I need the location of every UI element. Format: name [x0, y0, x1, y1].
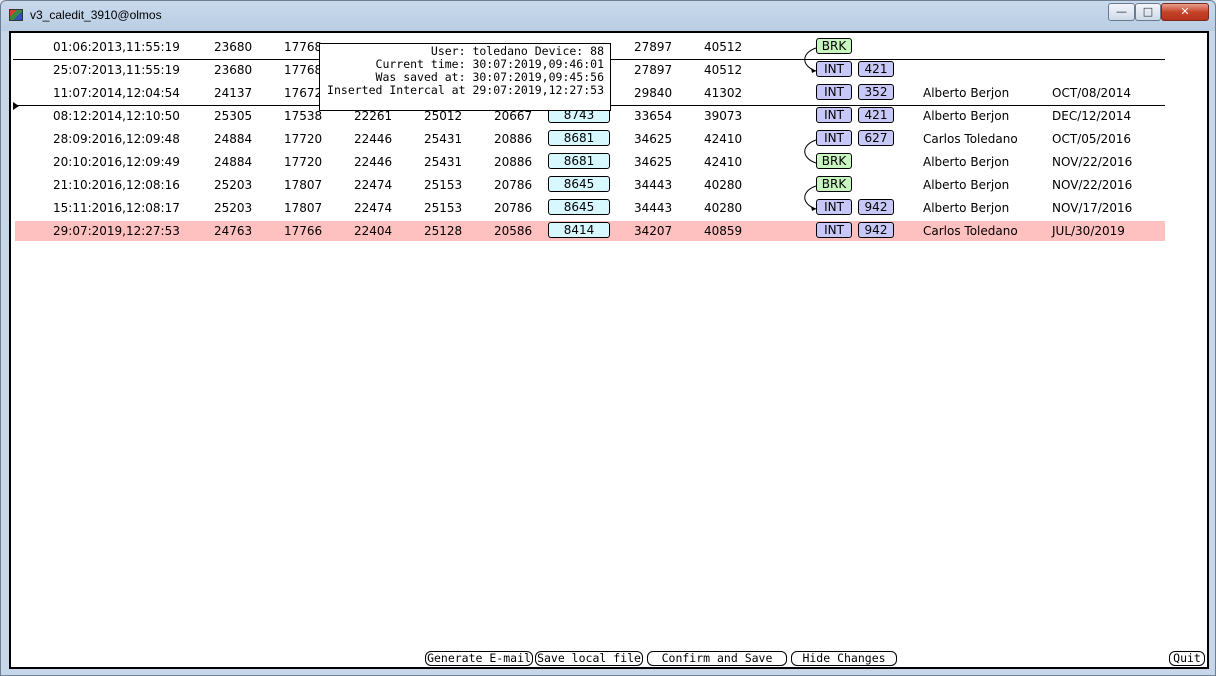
intercal-number-tag[interactable]: 627	[858, 130, 894, 146]
date-cell: OCT/08/2014	[1052, 86, 1132, 100]
app-window: v3_caledit_3910@olmos — □ ✕ 01:06:2013,1…	[0, 0, 1216, 676]
intercal-number-tag[interactable]: 421	[858, 107, 894, 123]
title-bar[interactable]: v3_caledit_3910@olmos — □ ✕	[1, 1, 1215, 29]
connector-bracket-icon	[804, 185, 817, 210]
user-cell: Alberto Berjon	[923, 201, 1010, 215]
user-cell: Alberto Berjon	[923, 155, 1010, 169]
calibration-table: 01:06:2013,11:55:19 23680 17768 27897 40512 B…	[9, 31, 1209, 669]
quit-button[interactable]: Quit	[1169, 651, 1205, 666]
maximize-button[interactable]: □	[1135, 3, 1161, 21]
intercal-number-tag[interactable]: 352	[858, 84, 894, 100]
save-local-file-button[interactable]: Save local file	[535, 651, 643, 666]
hide-changes-button[interactable]: Hide Changes	[791, 651, 897, 666]
tooltip-inserted: Inserted Intercal at 29:07:2019,12:27:53	[327, 83, 604, 97]
user-cell: Carlos Toledano	[923, 132, 1018, 146]
date-cell: NOV/17/2016	[1052, 201, 1133, 215]
connector-bracket-icon	[804, 47, 817, 72]
date-cell: JUL/30/2019	[1052, 224, 1125, 238]
generate-email-button[interactable]: Generate E-mail	[425, 651, 533, 666]
date-cell: DEC/12/2014	[1052, 109, 1132, 123]
date-cell: NOV/22/2016	[1052, 155, 1133, 169]
connector-bracket-icon	[804, 139, 817, 164]
close-button[interactable]: ✕	[1161, 3, 1209, 21]
user-cell: Alberto Berjon	[923, 109, 1010, 123]
app-icon	[9, 9, 23, 21]
intercal-number-tag[interactable]: 942	[858, 222, 894, 238]
user-cell: Alberto Berjon	[923, 178, 1010, 192]
info-tooltip: User: toledano Device: 88 Current time: …	[319, 43, 611, 111]
date-cell: NOV/22/2016	[1052, 178, 1133, 192]
intercal-number-tag[interactable]: 942	[858, 199, 894, 215]
intercal-number-tag[interactable]: 421	[858, 61, 894, 77]
minimize-button[interactable]: —	[1108, 3, 1135, 21]
confirm-and-save-button[interactable]: Confirm and Save	[647, 651, 787, 666]
user-cell: Alberto Berjon	[923, 86, 1010, 100]
user-cell: Carlos Toledano	[923, 224, 1018, 238]
date-cell: OCT/05/2016	[1052, 132, 1132, 146]
window-title: v3_caledit_3910@olmos	[30, 8, 162, 22]
